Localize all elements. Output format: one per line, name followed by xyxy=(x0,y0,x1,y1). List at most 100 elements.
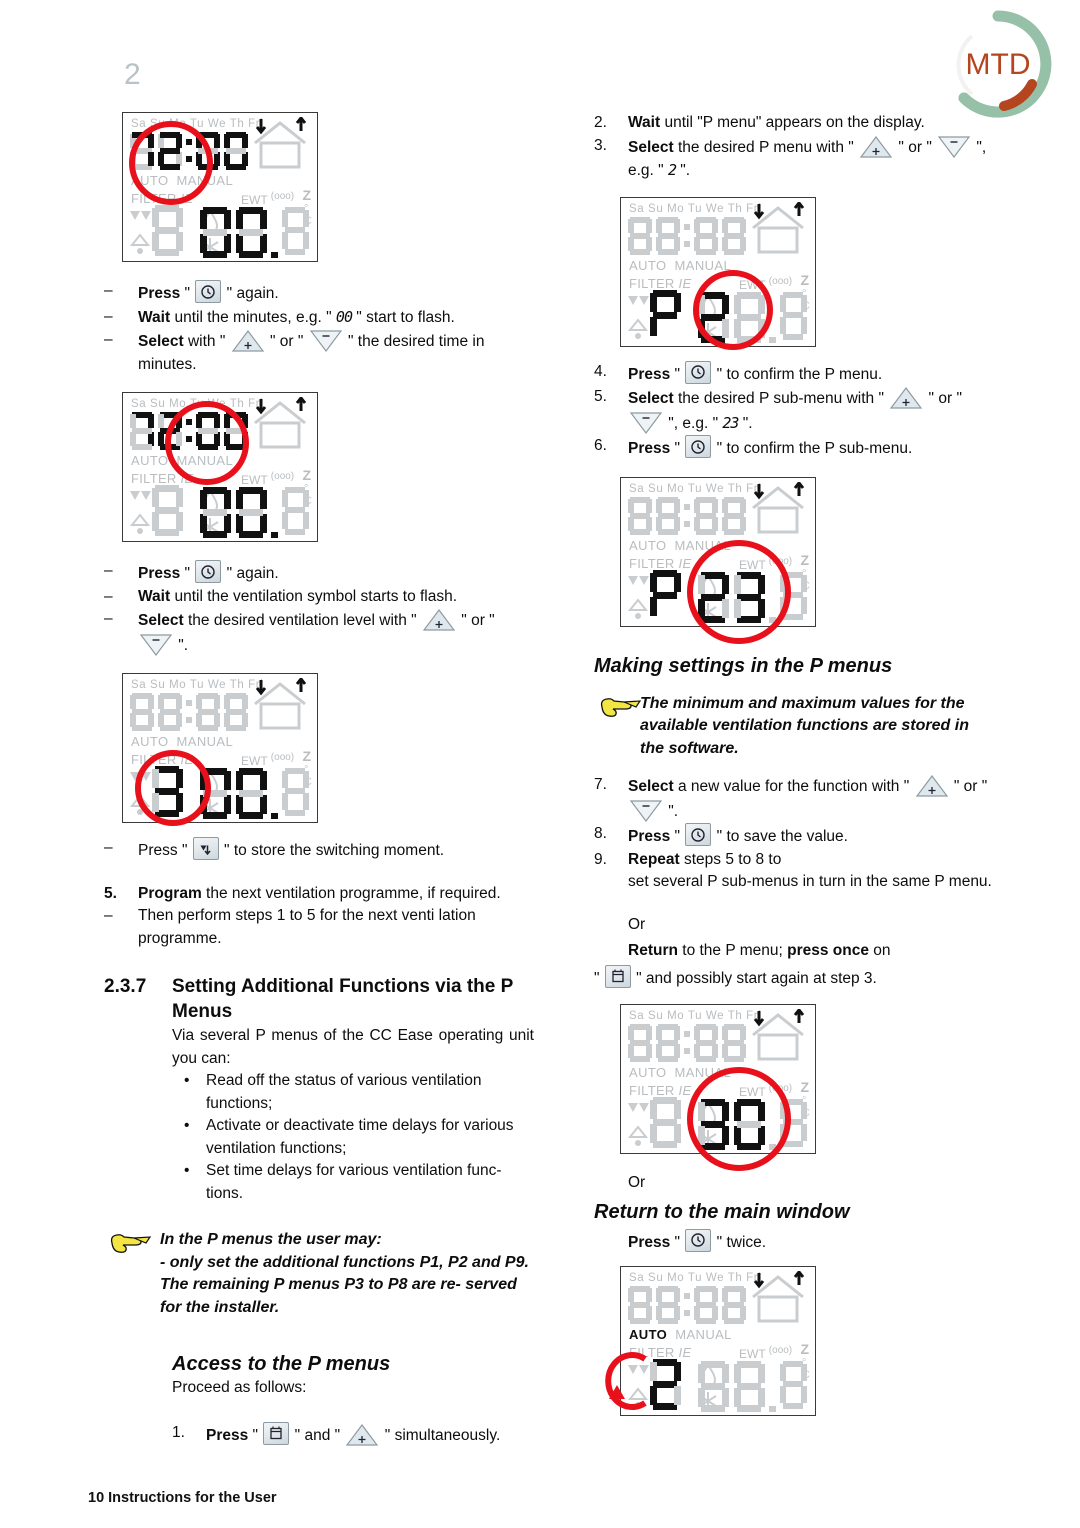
heading-making-settings: Making settings in the P menus xyxy=(594,654,893,677)
step-text: Press " " again. xyxy=(138,560,534,586)
note-line-1: The minimum and maximum values for the a… xyxy=(640,694,969,757)
step-text: Select the desired P menu with " " or " … xyxy=(628,135,994,183)
section-number: 2.3.7 xyxy=(104,976,147,997)
svg-text:MTD: MTD xyxy=(966,48,1031,81)
section-bullets: • Read off the status of various ventilat… xyxy=(172,1070,534,1205)
step-pre: " xyxy=(181,842,192,859)
step-pre: " xyxy=(184,285,195,302)
step-bold: Press xyxy=(628,828,671,845)
lcd-level-digit-3 xyxy=(152,766,183,817)
plus-triangle-icon[interactable] xyxy=(231,329,265,353)
highlight-arrow-left xyxy=(605,1352,647,1410)
lcd-clock-88-88 xyxy=(628,1024,746,1062)
step-9-repeat: 9. Repeat steps 5 to 8 to xyxy=(594,849,994,872)
plus-triangle-icon[interactable] xyxy=(859,135,893,159)
calendar-key-icon[interactable] xyxy=(604,964,631,988)
lcd-auto-manual: AUTO MANUAL xyxy=(629,1327,732,1342)
step-bold: Wait xyxy=(138,587,171,605)
lcd-display-2: Sa Su Mo Tu We Th Fri AUTO MANUAL FILTER… xyxy=(122,392,318,542)
quote-pre: " xyxy=(594,969,604,987)
lcd-fan-icons xyxy=(627,295,649,339)
step-select-vent-level: – Select the desired ventilation level w… xyxy=(104,608,534,657)
lcd-manual-label: MANUAL xyxy=(176,734,234,749)
return-mid-2: on xyxy=(868,942,891,959)
lcd-clock-88-88 xyxy=(628,496,746,535)
seg-value: 23 xyxy=(722,413,739,432)
plus-triangle-icon[interactable] xyxy=(345,1423,379,1447)
section-intro: Via several P menus of the CC Ease opera… xyxy=(172,1027,534,1067)
clock-key-icon[interactable] xyxy=(685,360,712,384)
minus-triangle-icon[interactable] xyxy=(629,799,663,823)
minus-triangle-icon[interactable] xyxy=(937,135,971,159)
lcd-manual-label: MANUAL xyxy=(674,1065,732,1080)
step-bold: Press xyxy=(628,1233,671,1251)
section-heading: 2.3.7 Setting Additional Functions via t… xyxy=(104,974,534,1024)
step-post: the next ventilation programme, if requi… xyxy=(201,884,501,902)
lcd-auto-label: AUTO xyxy=(629,1065,667,1080)
or-label-1: Or xyxy=(628,915,646,933)
lcd-house-icon xyxy=(752,1009,805,1061)
lcd-ewt-sup: (ooo) xyxy=(270,471,295,482)
lcd-p-letter xyxy=(650,569,681,616)
lcd-level-digit xyxy=(152,205,183,256)
lcd-weekdays: Sa Su Mo Tu We Th Fri xyxy=(629,1010,762,1022)
lcd-auto-label: AUTO xyxy=(629,257,667,273)
list-marker: – xyxy=(104,587,113,605)
step-post: ", e.g. " xyxy=(664,414,723,432)
step-text: Wait until the minutes, e.g. " 00 " star… xyxy=(138,306,534,330)
section-237: 2.3.7 Setting Additional Functions via t… xyxy=(104,974,534,1205)
step-post: " to confirm the P sub-menu. xyxy=(712,440,913,457)
step-6-press-confirm-sub: 6. Press " " to confirm the P sub-menu. xyxy=(594,435,994,461)
bullet-item: • Read off the status of various ventilat… xyxy=(172,1070,534,1115)
clock-key-icon[interactable] xyxy=(685,823,712,846)
step-mid: " or " xyxy=(924,390,962,407)
clock-key-icon[interactable] xyxy=(685,435,712,458)
fan-key-icon[interactable] xyxy=(192,837,219,860)
lcd-ewt-sup: (ooo) xyxy=(270,191,295,202)
lcd-auto-manual: AUTO MANUAL xyxy=(629,258,731,273)
lcd-auto-label-active: AUTO xyxy=(629,1327,668,1342)
lcd-fan-icons xyxy=(129,211,151,254)
lcd-weekdays: Sa Su Mo Tu We Th Fri xyxy=(629,1272,762,1284)
plus-triangle-icon[interactable] xyxy=(915,774,949,798)
lcd-auto-manual: AUTO MANUAL xyxy=(131,173,233,188)
minus-triangle-icon[interactable] xyxy=(629,411,663,435)
step-mid: " or " xyxy=(456,612,495,629)
step-text: Press " " to store the switching moment. xyxy=(138,837,534,863)
lcd-auto-label: AUTO xyxy=(131,734,169,749)
clock-key-icon[interactable] xyxy=(195,280,222,303)
calendar-key-icon[interactable] xyxy=(263,1421,290,1445)
step-post2: ". xyxy=(738,414,753,432)
minus-triangle-icon[interactable] xyxy=(139,633,173,657)
step-4-press-confirm: 4. Press " " to confirm the P menu. xyxy=(594,360,994,387)
lcd-house-icon xyxy=(752,481,805,533)
lcd-sleep-icon: Z xyxy=(800,271,809,288)
lcd-ewt-sup: (ooo) xyxy=(768,1083,793,1094)
plus-triangle-icon[interactable] xyxy=(889,386,923,410)
step-pre: the desired P sub-menu with " xyxy=(673,390,889,407)
list-marker: 2. xyxy=(594,114,607,131)
lcd-display-3: Sa Su Mo Tu We Th Fri AUTO MANUAL FILTER… xyxy=(122,673,318,826)
note-p-menus: In the P menus the user may: - only set … xyxy=(104,1229,534,1319)
step-mid: " or " xyxy=(949,778,988,795)
lcd-clock-07-00 xyxy=(130,132,248,170)
page-footer: 10 Instructions for the User xyxy=(88,1490,277,1506)
step-8-press-save: 8. Press " " to save the value. xyxy=(594,823,994,849)
step-mid: " or " xyxy=(894,138,937,156)
lcd-display-6: Sa Su Mo Tu We Th Fri AUTO MANUAL FILTER… xyxy=(620,1004,816,1171)
plus-triangle-icon[interactable] xyxy=(422,608,456,632)
step-bold: Repeat xyxy=(628,850,680,868)
minus-triangle-icon[interactable] xyxy=(309,329,343,353)
lcd-clock-88-88 xyxy=(628,1286,746,1324)
step-bold: Press xyxy=(206,1426,249,1444)
steps-group-1: – Press " " again. – Wait until the minu… xyxy=(104,280,534,376)
step-press-clock-2: – Press " " again. xyxy=(104,560,534,586)
step-post: " to store the switching moment. xyxy=(219,842,445,859)
lcd-fan-icons xyxy=(129,772,151,815)
lcd-clock-88-88 xyxy=(628,216,746,255)
step-post: until "P menu" appears on the display. xyxy=(660,114,925,131)
list-marker: 5. xyxy=(104,884,117,902)
lcd-weekdays: Sa Su Mo Tu We Th Fri xyxy=(629,202,762,215)
clock-key-icon[interactable] xyxy=(195,560,222,583)
clock-key-icon[interactable] xyxy=(685,1228,712,1252)
